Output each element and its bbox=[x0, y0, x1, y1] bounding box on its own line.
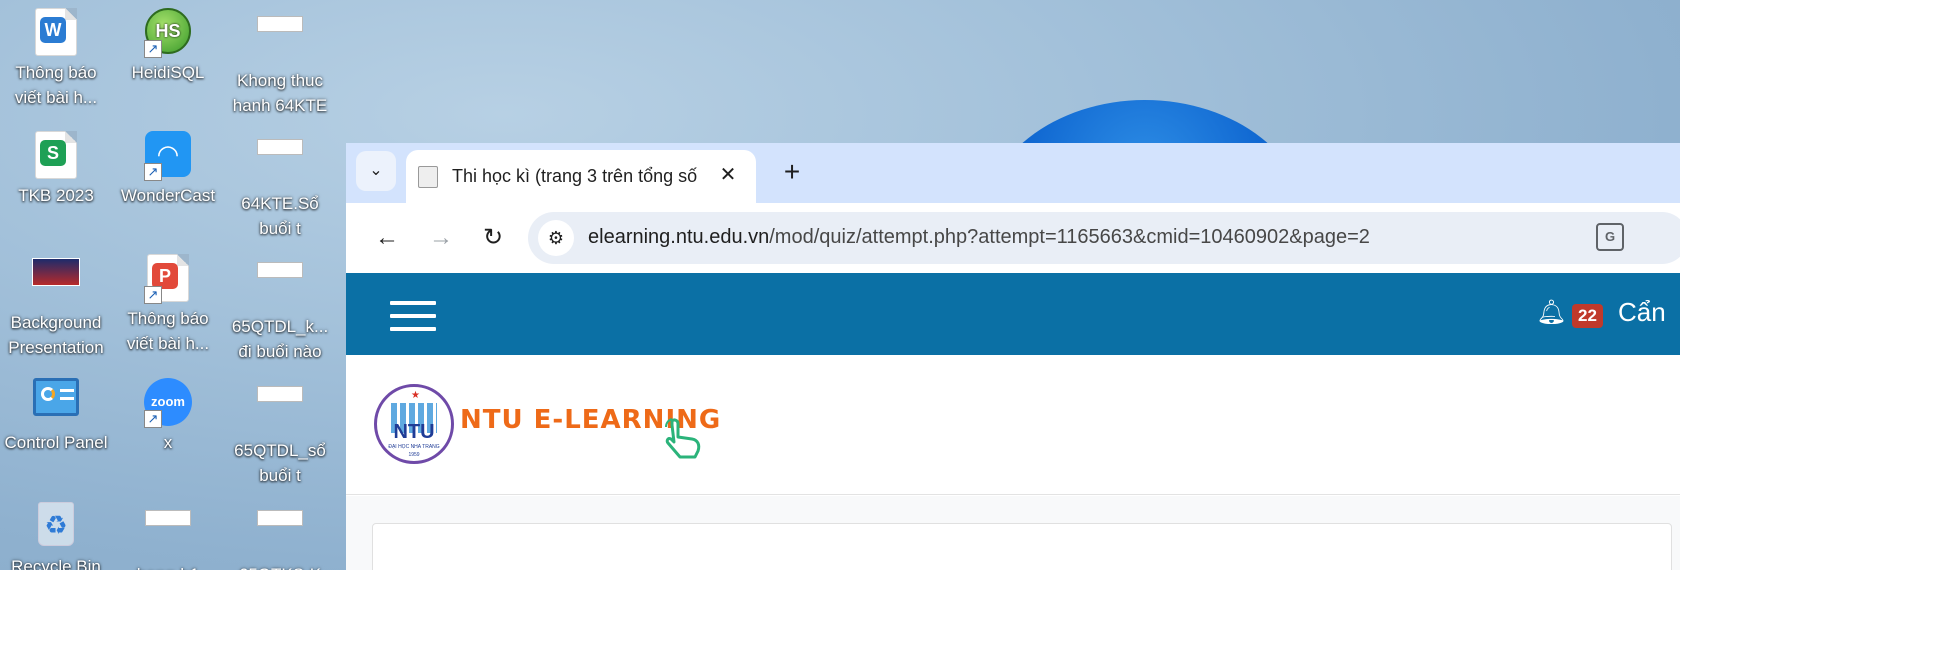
arrow-left-icon: ← bbox=[375, 224, 399, 251]
reload-button[interactable]: ↻ bbox=[476, 221, 510, 255]
spreadsheet-thumb-icon bbox=[145, 510, 191, 526]
ntu-seal-logo[interactable]: ★ NTU ĐẠI HỌC NHA TRANG 1959 bbox=[374, 384, 454, 464]
wps-sheet-icon: S bbox=[35, 131, 77, 179]
forward-button[interactable]: → bbox=[424, 221, 458, 255]
url-text[interactable]: elearning.ntu.edu.vn/mod/quiz/attempt.ph… bbox=[588, 226, 1370, 249]
reload-icon: ↻ bbox=[482, 224, 504, 251]
desktop-icon-65qtdl-k[interactable]: 65QTDL_k... đi buổi nào bbox=[225, 246, 335, 364]
control-panel-icon bbox=[33, 378, 79, 416]
desktop-icon-control-panel[interactable]: Control Panel bbox=[1, 370, 111, 455]
browser-toolbar: ← → ↻ ⚙ elearning.ntu.edu.vn/mod/quiz/at… bbox=[346, 203, 1680, 273]
new-tab-button[interactable]: + bbox=[774, 155, 810, 191]
favicon-icon bbox=[418, 166, 438, 188]
chevron-down-icon: ⌄ bbox=[369, 162, 383, 179]
tab-quiz[interactable]: Thi học kì (trang 3 trên tổng số ✕ bbox=[406, 150, 756, 203]
notification-count-badge: 22 bbox=[1572, 304, 1603, 328]
quiz-card bbox=[372, 523, 1672, 570]
site-info-button[interactable]: ⚙ bbox=[538, 220, 574, 256]
recycle-bin-icon: ♻ bbox=[38, 502, 74, 546]
seal-year: 1959 bbox=[408, 452, 420, 458]
desktop-icon-wondercast[interactable]: ◠ ↗ WonderCast bbox=[113, 123, 223, 208]
site-navbar: 🔔︎ 22 Cẩn bbox=[346, 273, 1680, 355]
spreadsheet-thumb-icon bbox=[257, 262, 303, 278]
site-banner: ★ NTU ĐẠI HỌC NHA TRANG 1959 NTU E-LEARN… bbox=[346, 355, 1680, 495]
tab-title: Thi học kì (trang 3 trên tổng số bbox=[452, 166, 698, 186]
seal-subtitle: ĐẠI HỌC NHA TRANG bbox=[388, 444, 440, 450]
desktop-icon-heidisql[interactable]: HS ↗ HeidiSQL bbox=[113, 0, 223, 85]
close-icon[interactable]: ✕ bbox=[716, 163, 740, 187]
translate-icon[interactable]: G bbox=[1596, 223, 1624, 251]
address-bar[interactable]: ⚙ elearning.ntu.edu.vn/mod/quiz/attempt.… bbox=[528, 212, 1680, 264]
menu-toggle[interactable] bbox=[390, 301, 436, 331]
bell-icon[interactable]: 🔔︎ bbox=[1536, 299, 1566, 327]
desktop-icon-background-presentation[interactable]: Background Presentation bbox=[1, 246, 111, 360]
tab-strip: ⌄ Thi học kì (trang 3 trên tổng số ✕ + bbox=[346, 143, 1680, 203]
tab-search-button[interactable]: ⌄ bbox=[356, 151, 396, 191]
spreadsheet-thumb-icon bbox=[257, 386, 303, 402]
presentation-icon bbox=[32, 258, 80, 286]
star-icon: ★ bbox=[411, 390, 420, 401]
spreadsheet-thumb-icon bbox=[257, 139, 303, 155]
page-content bbox=[346, 496, 1680, 570]
url-host: elearning.ntu.edu.vn bbox=[588, 226, 770, 248]
browser-window: ⌄ Thi học kì (trang 3 trên tổng số ✕ + ←… bbox=[346, 143, 1680, 570]
user-menu[interactable]: Cẩn bbox=[1618, 297, 1666, 328]
shortcut-arrow-icon: ↗ bbox=[144, 410, 162, 428]
desktop-icon-khong-thuc-hanh[interactable]: Khong thuc hanh 64KTE bbox=[225, 0, 335, 118]
tune-icon: ⚙ bbox=[547, 228, 565, 248]
desktop-icon-tkb-2023[interactable]: S TKB 2023 bbox=[1, 123, 111, 208]
desktop-icon-65qtks[interactable]: 65QTKS-K bbox=[225, 494, 335, 570]
desktop-icon-zoom[interactable]: zoom ↗ x bbox=[113, 370, 223, 455]
shortcut-arrow-icon: ↗ bbox=[144, 163, 162, 181]
shortcut-arrow-icon: ↗ bbox=[144, 286, 162, 304]
desktop-icon-65qtdl-so[interactable]: 65QTDL_sổ buổi t bbox=[225, 370, 335, 488]
spreadsheet-thumb-icon bbox=[257, 16, 303, 32]
seal-ntu-text: NTU bbox=[393, 421, 435, 443]
pointing-hand-icon bbox=[665, 418, 701, 459]
spreadsheet-thumb-icon bbox=[257, 510, 303, 526]
word-doc-icon: W bbox=[35, 8, 77, 56]
desktop-icon-recycle-bin[interactable]: ♻ Recycle Bin bbox=[1, 494, 111, 570]
desktop-icon-thong-bao-word[interactable]: W Thông báo viết bài h... bbox=[1, 0, 111, 110]
shortcut-arrow-icon: ↗ bbox=[144, 40, 162, 58]
back-button[interactable]: ← bbox=[370, 221, 404, 255]
arrow-right-icon: → bbox=[429, 224, 453, 251]
url-path: /mod/quiz/attempt.php?attempt=1165663&cm… bbox=[769, 226, 1370, 248]
desktop-icon-thong-bao-pdf[interactable]: P ↗ Thông báo viết bài h... bbox=[113, 246, 223, 356]
desktop: W Thông báo viết bài h... S TKB 2023 Bac… bbox=[0, 0, 1680, 570]
desktop-icon-hang-h1[interactable]: hang-h1 bbox=[113, 494, 223, 570]
desktop-icon-64kte-so[interactable]: 64KTE.Sổ buổi t bbox=[225, 123, 335, 241]
